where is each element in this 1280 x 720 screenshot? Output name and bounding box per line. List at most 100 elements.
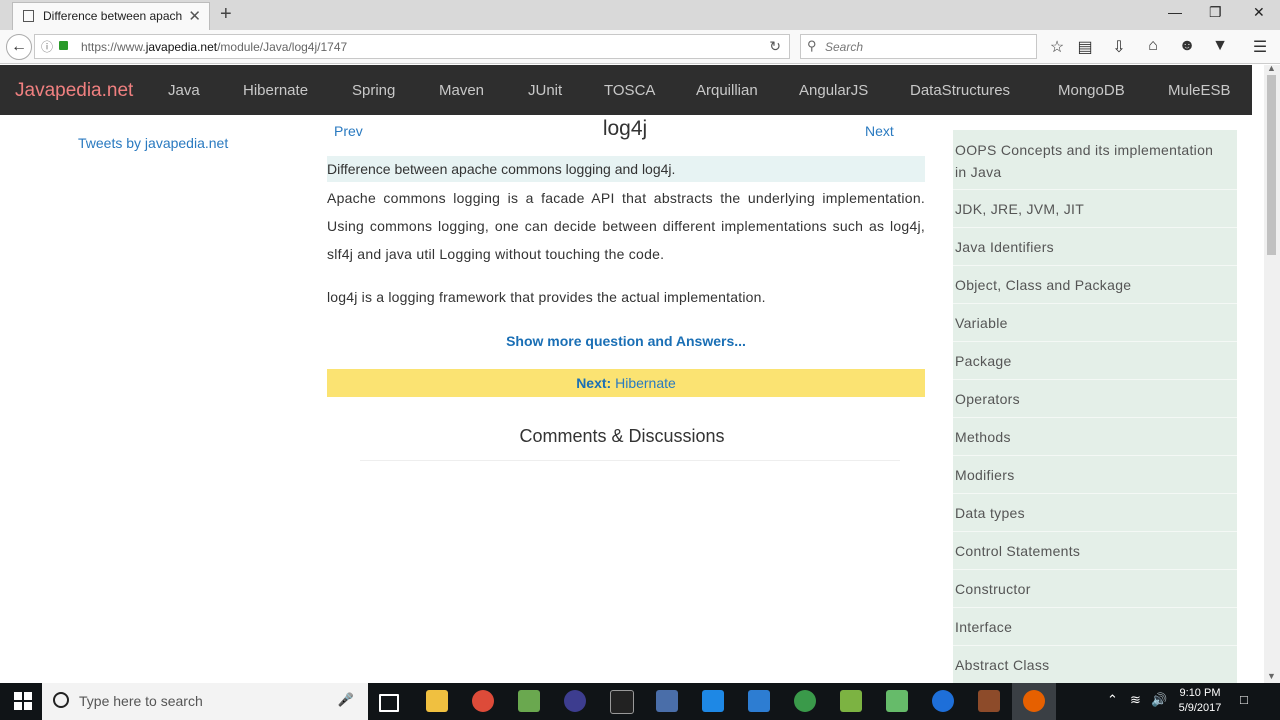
vscode-icon[interactable] (748, 690, 770, 712)
taskbar-search-placeholder: Type here to search (79, 693, 203, 709)
nav-datastructures[interactable]: DataStructures (910, 82, 1010, 99)
tomcat-icon[interactable] (978, 690, 1000, 712)
answer-paragraph: Apache commons logging is a facade API t… (327, 190, 925, 262)
star-icon[interactable]: ☆ (1047, 37, 1067, 57)
nav-mongodb[interactable]: MongoDB (1058, 82, 1125, 99)
site-brand[interactable]: Javapedia.net (15, 80, 133, 102)
sidebar-item-jdk[interactable]: JDK, JRE, JVM, JIT (955, 198, 1225, 220)
sidebar-item-package[interactable]: Package (955, 350, 1225, 372)
sidebar-item-data-types[interactable]: Data types (955, 502, 1225, 524)
image-viewer-icon[interactable] (886, 690, 908, 712)
maximize-button[interactable]: ❐ (1209, 4, 1222, 21)
comments-heading: Comments & Discussions (519, 426, 725, 446)
nav-muleesb[interactable]: MuleESB (1168, 82, 1231, 99)
sidebar-divider (953, 531, 1237, 532)
edge-icon[interactable] (932, 690, 954, 712)
spring-icon[interactable] (794, 690, 816, 712)
file-explorer-icon[interactable] (426, 690, 448, 712)
tweets-link[interactable]: Tweets by javapedia.net (78, 135, 228, 151)
question-text: Difference between apache commons loggin… (327, 161, 676, 177)
chat-icon[interactable]: ☻ (1177, 37, 1197, 55)
sidebar-divider (953, 417, 1237, 418)
sidebar-item-identifiers[interactable]: Java Identifiers (955, 236, 1225, 258)
sidebar-divider (953, 645, 1237, 646)
pocket-icon[interactable]: ▼ (1210, 37, 1230, 55)
nav-angularjs[interactable]: AngularJS (799, 82, 868, 99)
sidebar-item-methods[interactable]: Methods (955, 426, 1225, 448)
next-topic-bar: Next: Hibernate (327, 369, 925, 397)
sidebar-item-interface[interactable]: Interface (955, 616, 1225, 638)
taskbar-clock[interactable]: 9:10 PM 5/9/2017 (1170, 686, 1230, 716)
windows-start-icon[interactable] (14, 692, 32, 710)
nav-hibernate[interactable]: Hibernate (243, 82, 308, 99)
sidebar-item-constructor[interactable]: Constructor (955, 578, 1225, 600)
tray-overflow-icon[interactable]: ⌃ (1107, 692, 1118, 708)
mail-icon[interactable] (702, 690, 724, 712)
reader-icon (23, 10, 34, 22)
sidebar-item-object-class[interactable]: Object, Class and Package (955, 274, 1225, 296)
firefox-icon[interactable] (1023, 690, 1045, 712)
info-icon[interactable]: ⓘ (41, 38, 53, 55)
show-more-link[interactable]: Show more question and Answers... (327, 333, 925, 349)
eclipse-icon[interactable] (564, 690, 586, 712)
nav-arquillian[interactable]: Arquillian (696, 82, 758, 99)
network-app-icon[interactable] (656, 690, 678, 712)
next-topic-label: Next: (576, 375, 612, 391)
cortana-icon (53, 692, 69, 708)
next-topic-link[interactable]: Hibernate (615, 375, 676, 391)
nav-junit[interactable]: JUnit (528, 82, 562, 99)
mic-icon[interactable]: 🎤 (338, 692, 354, 708)
comments-divider (360, 460, 900, 461)
sidebar-item-variable[interactable]: Variable (955, 312, 1225, 334)
back-button[interactable]: ← (6, 34, 32, 60)
sidebar-divider (953, 379, 1237, 380)
nav-spring[interactable]: Spring (352, 82, 395, 99)
answer-paragraph-2: log4j is a logging framework that provid… (327, 289, 766, 305)
terminal-icon[interactable] (610, 690, 634, 714)
minimize-button[interactable]: — (1168, 4, 1182, 20)
taskbar-search-box[interactable]: Type here to search 🎤 (42, 683, 368, 720)
library-icon[interactable]: ▤ (1075, 37, 1095, 57)
clock-time: 9:10 PM (1179, 687, 1221, 699)
scroll-thumb[interactable] (1267, 75, 1276, 255)
home-icon[interactable]: ⌂ (1143, 37, 1163, 55)
topic-sidebar: OOPS Concepts and its implementation in … (953, 130, 1237, 683)
scroll-up-icon[interactable]: ▲ (1267, 63, 1276, 73)
new-tab-button[interactable]: + (220, 3, 232, 26)
prev-link[interactable]: Prev (334, 123, 363, 139)
sidebar-divider (953, 493, 1237, 494)
wifi-icon[interactable]: ≋ (1130, 692, 1141, 708)
sidebar-item-operators[interactable]: Operators (955, 388, 1225, 410)
chrome-icon[interactable] (472, 690, 494, 712)
sidebar-divider (953, 265, 1237, 266)
notepad-icon[interactable] (840, 690, 862, 712)
url-bar[interactable]: ⓘ https://www.javapedia.net/module/Java/… (34, 34, 790, 59)
app-icon[interactable] (518, 690, 540, 712)
sidebar-divider (953, 569, 1237, 570)
page-title: log4j (602, 117, 648, 140)
search-placeholder: Search (825, 40, 864, 54)
volume-icon[interactable]: 🔊 (1151, 692, 1167, 708)
sidebar-item-oops[interactable]: OOPS Concepts and its implementation in … (955, 139, 1225, 183)
task-view-icon[interactable] (379, 694, 399, 712)
page-scrollbar[interactable]: ▲ ▼ (1264, 63, 1280, 683)
sidebar-item-modifiers[interactable]: Modifiers (955, 464, 1225, 486)
nav-tosca[interactable]: TOSCA (604, 82, 655, 99)
notification-icon[interactable]: □ (1240, 692, 1248, 707)
search-icon: ⚲ (807, 38, 817, 53)
sidebar-divider (953, 189, 1237, 190)
menu-icon[interactable]: ☰ (1250, 37, 1270, 57)
sidebar-item-control-statements[interactable]: Control Statements (955, 540, 1225, 562)
tab-close-icon[interactable]: ✕ (188, 7, 201, 25)
sidebar-item-abstract-class[interactable]: Abstract Class (955, 654, 1225, 676)
scroll-down-icon[interactable]: ▼ (1267, 671, 1276, 681)
search-box[interactable]: ⚲ Search (800, 34, 1037, 59)
nav-java[interactable]: Java (168, 82, 200, 99)
download-icon[interactable]: ⇩ (1109, 37, 1129, 57)
browser-tab[interactable]: Difference between apach... ✕ (12, 2, 210, 30)
nav-maven[interactable]: Maven (439, 82, 484, 99)
close-window-button[interactable]: ✕ (1253, 4, 1265, 21)
lock-icon[interactable] (59, 41, 68, 50)
reload-icon[interactable]: ↻ (769, 38, 781, 55)
next-link[interactable]: Next (865, 123, 894, 139)
